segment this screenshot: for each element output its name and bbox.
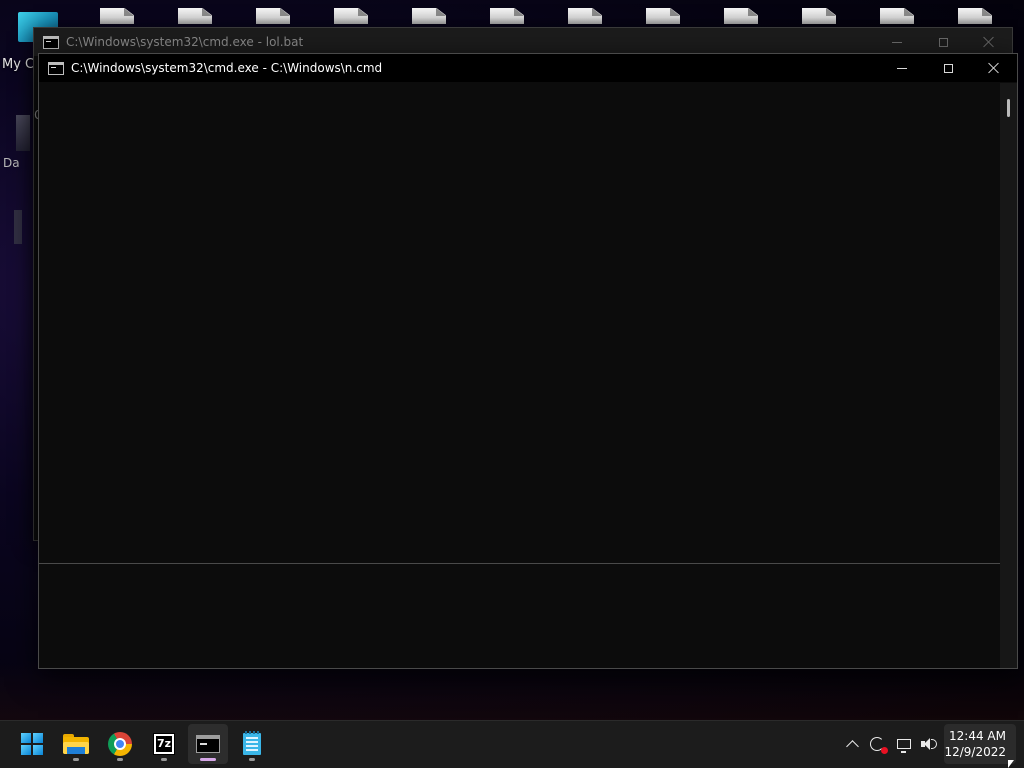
desktop-file-icon[interactable] <box>412 8 446 26</box>
taskbar-7zip[interactable]: 7z <box>144 724 184 764</box>
clock-time: 12:44 AM <box>949 729 1006 743</box>
my-computer-label: My C <box>2 57 35 72</box>
desktop-icon-label: Da <box>3 156 20 170</box>
minimize-button[interactable] <box>879 54 925 82</box>
tray-network-button[interactable] <box>893 732 915 756</box>
back-window-controls <box>874 28 1012 56</box>
running-indicator <box>117 758 123 761</box>
chevron-up-icon <box>845 740 859 753</box>
running-indicator <box>73 758 79 761</box>
alert-dot <box>881 747 888 754</box>
close-button[interactable] <box>966 28 1012 56</box>
minimize-icon <box>897 67 907 69</box>
tray-volume-button[interactable] <box>918 732 940 756</box>
taskbar-command-prompt[interactable] <box>188 724 228 764</box>
desktop-file-icon[interactable] <box>334 8 368 26</box>
maximize-icon <box>938 37 948 47</box>
taskbar-file-explorer[interactable] <box>56 724 96 764</box>
cmd-icon <box>43 35 59 49</box>
desktop-file-icon[interactable] <box>958 8 992 26</box>
close-icon <box>983 36 995 48</box>
back-window-title: C:\Windows\system32\cmd.exe - lol.bat <box>66 35 304 49</box>
console-output-area[interactable] <box>39 83 1000 564</box>
taskbar-chrome[interactable] <box>100 724 140 764</box>
desktop-file-icon[interactable] <box>256 8 290 26</box>
maximize-button[interactable] <box>925 54 971 82</box>
front-window-titlebar[interactable]: C:\Windows\system32\cmd.exe - C:\Windows… <box>39 54 1017 82</box>
7zip-icon: 7z <box>153 733 175 755</box>
desktop-file-icon[interactable] <box>802 8 836 26</box>
show-hidden-icons-button[interactable] <box>842 732 862 756</box>
network-icon <box>897 739 911 753</box>
7zip-label: 7z <box>155 736 173 752</box>
tray-sync-button[interactable] <box>866 732 888 756</box>
close-button[interactable] <box>971 54 1017 82</box>
back-window-titlebar[interactable]: C:\Windows\system32\cmd.exe - lol.bat <box>34 28 1012 56</box>
vertical-scrollbar[interactable] <box>1000 83 1017 668</box>
desktop-file-icon[interactable] <box>568 8 602 26</box>
minimize-icon <box>892 41 902 43</box>
terminal-icon <box>196 735 220 753</box>
folder-icon <box>63 734 89 754</box>
notepad-icon <box>243 731 261 755</box>
sync-icon <box>870 737 888 754</box>
desktop-file-icon[interactable] <box>646 8 680 26</box>
maximize-icon <box>943 63 953 73</box>
mouse-cursor-icon <box>1008 760 1014 768</box>
start-button[interactable] <box>12 724 52 764</box>
cmd-icon <box>48 61 64 75</box>
desktop-file-icon[interactable] <box>178 8 212 26</box>
volume-icon <box>921 737 937 751</box>
desktop-file-icon[interactable] <box>100 8 134 26</box>
running-indicator <box>249 758 255 761</box>
clock-date: 12/9/2022 <box>944 745 1006 759</box>
windows-start-icon <box>21 733 43 755</box>
chrome-icon <box>108 732 132 756</box>
desktop-icon[interactable] <box>16 115 30 151</box>
front-window-title: C:\Windows\system32\cmd.exe - C:\Windows… <box>71 61 383 75</box>
console-lower-area[interactable] <box>39 565 1000 668</box>
desktop-file-icon[interactable] <box>490 8 524 26</box>
active-indicator <box>200 758 216 761</box>
close-icon <box>988 62 1000 74</box>
front-window-controls <box>879 54 1017 82</box>
desktop-file-icon[interactable] <box>724 8 758 26</box>
minimize-button[interactable] <box>874 28 920 56</box>
scrollbar-thumb[interactable] <box>1007 99 1010 117</box>
front-cmd-window[interactable]: C:\Windows\system32\cmd.exe - C:\Windows… <box>38 53 1018 669</box>
taskbar-notepad[interactable] <box>232 724 272 764</box>
taskbar-clock[interactable]: 12:44 AM 12/9/2022 <box>944 724 1016 764</box>
desktop-file-icon[interactable] <box>880 8 914 26</box>
desktop-icon[interactable] <box>14 210 22 244</box>
running-indicator <box>161 758 167 761</box>
maximize-button[interactable] <box>920 28 966 56</box>
